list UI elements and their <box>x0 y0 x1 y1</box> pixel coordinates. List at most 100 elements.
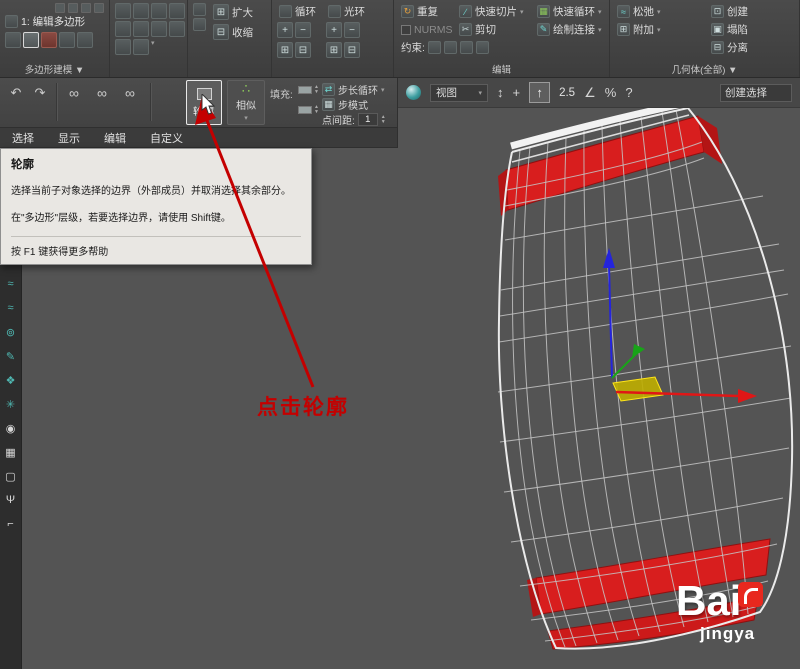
shrink-label: 收缩 <box>232 26 253 39</box>
element-mode-button[interactable] <box>77 32 93 48</box>
shading-sphere-icon[interactable] <box>406 85 421 100</box>
quick-access-icon[interactable] <box>68 3 78 13</box>
point-spacing-input[interactable]: 1 <box>357 113 378 126</box>
redo-button[interactable]: ↷ <box>30 84 50 102</box>
quick-access-icon[interactable] <box>81 3 91 13</box>
up-direction-button[interactable]: ↑ <box>529 82 551 103</box>
snowflake-icon[interactable]: ✳ <box>3 396 19 412</box>
corner-icon[interactable]: ⌐ <box>3 516 19 532</box>
angle-snap-icon[interactable]: ∠ <box>584 86 596 99</box>
similar-button[interactable]: ∴ 相似 ▾ <box>227 80 265 125</box>
ring-shift-down-button[interactable]: ⊟ <box>344 42 360 58</box>
gem-icon[interactable]: ❖ <box>3 372 19 388</box>
spinner-icon: ▲ ▼ <box>314 84 319 95</box>
constraint-none-button[interactable] <box>427 41 441 54</box>
box-icon[interactable]: ▢ <box>3 468 19 484</box>
grow-button[interactable]: ⊞ 扩大 <box>211 3 255 21</box>
select-tool-icon[interactable] <box>133 39 149 55</box>
grow-label: 扩大 <box>232 6 253 19</box>
chevron-down-icon[interactable]: ▾ <box>151 39 155 55</box>
nurms-toggle[interactable]: NURMS <box>399 21 455 38</box>
wave-icon[interactable]: ≈ <box>3 276 19 292</box>
named-selection-set-field[interactable]: 创建选择 <box>720 83 792 102</box>
repeat-button[interactable]: ↻ 重复 <box>399 3 455 20</box>
step-loop-button[interactable]: ⇄ 步长循环 ▾ <box>322 82 385 97</box>
selection-mod-icon[interactable] <box>193 3 206 16</box>
select-tool-icon[interactable] <box>115 21 131 37</box>
undo-button[interactable]: ↶ <box>6 84 26 102</box>
tab-select[interactable]: 选择 <box>0 128 46 148</box>
border-mode-button[interactable] <box>41 32 57 48</box>
loop-shift-up-button[interactable]: ⊞ <box>277 42 293 58</box>
pan-icon[interactable]: ↕ <box>497 86 504 99</box>
select-tool-icon[interactable] <box>133 3 149 19</box>
shrink-button[interactable]: ⊟ 收缩 <box>211 23 255 41</box>
step-loop-label: 步长循环 <box>338 86 378 97</box>
selection-mod-icon[interactable] <box>193 18 206 31</box>
panel1-footer[interactable]: 多边形建模 ▼ <box>0 62 109 76</box>
cut-button[interactable]: ✂ 剪切 <box>457 21 533 38</box>
percent-snap-icon[interactable]: % <box>605 86 617 99</box>
select-tool-icon[interactable] <box>115 3 131 19</box>
constraint-normal-button[interactable] <box>475 41 489 54</box>
polygon-mode-button[interactable] <box>59 32 75 48</box>
spinner-icon[interactable]: ▲ ▼ <box>381 114 386 125</box>
edit-panel-footer[interactable]: 编辑 <box>394 62 609 76</box>
border-select-label: 轮廓 <box>193 106 215 118</box>
ribbon-tabs: 选择 显示 编辑 自定义 <box>0 128 398 148</box>
step-mode-label: 步模式 <box>338 101 368 112</box>
target-icon[interactable]: ⊚ <box>3 324 19 340</box>
select-tool-icon[interactable] <box>115 39 131 55</box>
link-button[interactable]: ∞ <box>62 83 86 103</box>
fill-swatch-top[interactable]: ▲ ▼ <box>298 85 319 95</box>
move-icon[interactable]: + <box>513 86 521 99</box>
relax-button[interactable]: ≈ 松弛 ▾ <box>615 3 707 20</box>
snap-toggle-button[interactable]: 2.5 <box>559 87 575 99</box>
constraint-edge-button[interactable] <box>443 41 457 54</box>
grid-icon[interactable]: ▦ <box>3 444 19 460</box>
spinner-icon: ▲ ▼ <box>314 104 319 115</box>
fill-swatch-bottom[interactable]: ▲ ▼ <box>298 105 319 115</box>
select-tool-icon[interactable] <box>169 3 185 19</box>
color-swatch <box>298 86 312 94</box>
border-select-button[interactable]: 轮廓 <box>186 80 222 125</box>
unlink-button[interactable]: ∞ <box>90 83 114 103</box>
attach-button[interactable]: ⊞ 附加 ▾ <box>615 21 707 38</box>
constraint-face-button[interactable] <box>459 41 473 54</box>
vertex-mode-button[interactable] <box>5 32 21 48</box>
quick-access-icon[interactable] <box>55 3 65 13</box>
ring-shrink-button[interactable]: − <box>344 22 360 38</box>
quickslice-button[interactable]: ∕ 快速切片 ▾ <box>457 3 533 20</box>
tab-customize[interactable]: 自定义 <box>138 128 195 148</box>
tab-display[interactable]: 显示 <box>46 128 92 148</box>
ring-grow-button[interactable]: + <box>326 22 342 38</box>
eye-icon[interactable]: ◉ <box>3 420 19 436</box>
loop-grow-button[interactable]: + <box>277 22 293 38</box>
loop-shift-down-button[interactable]: ⊟ <box>295 42 311 58</box>
detach-button[interactable]: ⊟ 分离 <box>709 39 791 56</box>
create-button[interactable]: ⊡ 创建 <box>709 3 791 20</box>
watermark-text-2: jingya <box>700 624 756 643</box>
loop-shrink-button[interactable]: − <box>295 22 311 38</box>
quick-access-icon[interactable] <box>94 3 104 13</box>
select-tool-icon[interactable] <box>151 3 167 19</box>
paintconnect-button[interactable]: ✎ 绘制连接 ▾ <box>535 21 611 38</box>
collapse-button[interactable]: ▣ 塌陷 <box>709 21 791 38</box>
ring-shift-up-button[interactable]: ⊞ <box>326 42 342 58</box>
tab-edit[interactable]: 编辑 <box>92 128 138 148</box>
select-tool-icon[interactable] <box>133 21 149 37</box>
wave-icon[interactable]: ≈ <box>3 300 19 316</box>
edge-mode-button[interactable] <box>23 32 39 48</box>
pencil-icon[interactable]: ✎ <box>3 348 19 364</box>
relax-label: 松弛 <box>633 6 654 18</box>
help-icon[interactable]: ? <box>625 86 632 99</box>
view-dropdown[interactable]: 视图 ▾ <box>430 83 488 102</box>
select-tool-icon[interactable] <box>151 21 167 37</box>
viewport-toolbar: 视图 ▾ ↕ + ↑ 2.5 ∠ % ? 创建选择 <box>398 78 800 108</box>
tree-icon[interactable]: Ψ <box>3 492 19 508</box>
select-tool-icon[interactable] <box>169 21 185 37</box>
bind-spacewarp-button[interactable]: ∞ <box>118 83 142 103</box>
swiftloop-button[interactable]: ▦ 快速循环 ▾ <box>535 3 611 20</box>
geometry-panel-footer[interactable]: 几何体(全部) ▼ <box>610 62 799 76</box>
step-mode-button[interactable]: ▦ 步模式 <box>322 97 368 112</box>
